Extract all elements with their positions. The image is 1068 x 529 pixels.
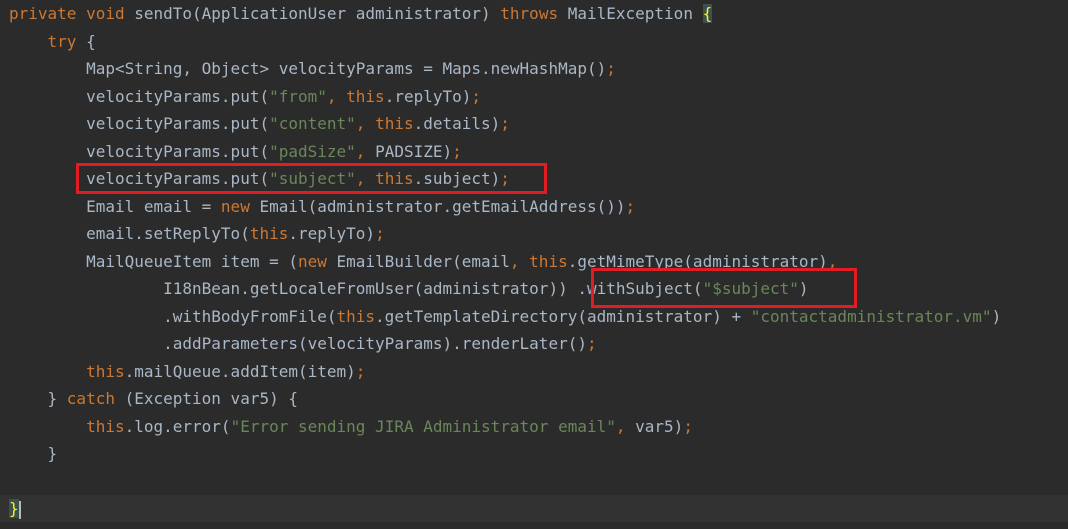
- code-token: }: [9, 389, 67, 408]
- code-token: velocityParams.put(: [9, 141, 270, 161]
- code-line[interactable]: .addParameters(velocityParams).renderLat…: [9, 330, 597, 357]
- code-token: PADSIZE): [375, 141, 453, 161]
- code-token: ;: [606, 59, 616, 78]
- code-token: ,: [355, 114, 376, 133]
- code-line[interactable]: velocityParams.put("padSize", PADSIZE);: [9, 138, 462, 165]
- code-token: MailQueueItem item = (: [9, 251, 298, 271]
- code-token: ;: [452, 141, 462, 161]
- code-token: ;: [471, 86, 482, 106]
- code-token: this: [86, 416, 125, 436]
- code-token: I18nBean.getLocaleFromUser(administrator…: [9, 279, 703, 298]
- code-token: "$subject": [702, 279, 799, 298]
- code-token: "content": [269, 114, 356, 133]
- code-token: .replyTo): [288, 224, 376, 243]
- code-token: throws: [500, 4, 568, 23]
- code-token: (Exception var5) {: [124, 389, 298, 408]
- code-line[interactable]: } catch (Exception var5) {: [9, 385, 298, 412]
- code-token: new: [297, 251, 337, 271]
- code-token: Email email =: [9, 196, 221, 216]
- code-token: velocityParams.put(: [9, 169, 270, 188]
- code-token: ,: [827, 251, 838, 271]
- code-token: {: [702, 4, 713, 23]
- code-token: this: [375, 114, 414, 133]
- code-line[interactable]: this.log.error("Error sending JIRA Admin…: [9, 413, 693, 440]
- code-line[interactable]: Email email = new Email(administrator.ge…: [9, 193, 635, 220]
- code-token: private void: [9, 4, 135, 23]
- code-token: ): [991, 306, 1002, 326]
- code-token: }: [9, 499, 19, 518]
- code-token: catch: [66, 389, 125, 408]
- code-token: Email(administrator.getEmailAddress()): [259, 196, 626, 216]
- code-line[interactable]: velocityParams.put("content", this.detai…: [9, 110, 510, 137]
- code-token: ;: [625, 196, 636, 216]
- code-line[interactable]: velocityParams.put("subject", this.subje…: [9, 165, 510, 192]
- code-token: ,: [326, 86, 347, 106]
- code-token: {: [86, 31, 96, 51]
- code-line[interactable]: private void sendTo(ApplicationUser admi…: [9, 0, 713, 27]
- code-token: Map<String, Object> velocityParams = Map…: [9, 59, 607, 78]
- code-token: ,: [509, 251, 530, 271]
- code-token: .addParameters(velocityParams).renderLat…: [9, 334, 587, 353]
- code-token: this: [86, 361, 125, 381]
- code-line[interactable]: .withBodyFromFile(this.getTemplateDirect…: [9, 303, 1001, 330]
- code-token: velocityParams.put(: [9, 86, 270, 106]
- code-token: .subject): [413, 169, 501, 188]
- code-token: email.setReplyTo(: [9, 224, 250, 243]
- code-token: velocityParams.put(: [9, 114, 270, 133]
- code-token: "contactadministrator.vm": [750, 306, 992, 326]
- code-token: ;: [500, 169, 510, 188]
- code-token: .replyTo): [384, 86, 472, 106]
- code-line[interactable]: I18nBean.getLocaleFromUser(administrator…: [9, 275, 809, 302]
- code-token: ;: [375, 224, 385, 243]
- code-token: EmailBuilder(email: [336, 251, 510, 271]
- code-token: MailException: [567, 4, 703, 23]
- code-token: .details): [413, 114, 501, 133]
- code-token: this: [346, 86, 385, 106]
- code-token: ;: [683, 416, 693, 436]
- code-token: .log.error(: [124, 416, 231, 436]
- code-token: try: [9, 31, 87, 51]
- code-token: ,: [615, 416, 636, 436]
- code-token: this: [375, 169, 414, 188]
- code-token: .mailQueue.addItem(item): [124, 361, 356, 381]
- code-token: .getTemplateDirectory(administrator) +: [375, 306, 751, 326]
- code-token: this: [336, 306, 376, 326]
- code-line[interactable]: }: [0, 495, 1068, 522]
- code-line[interactable]: }: [9, 440, 58, 467]
- code-token: ,: [355, 169, 376, 188]
- code-token: this: [529, 251, 568, 271]
- code-token: sendTo(ApplicationUser administrator): [134, 4, 501, 23]
- code-token: "padSize": [269, 141, 356, 161]
- code-token: this: [249, 224, 289, 243]
- code-token: "from": [269, 86, 327, 106]
- code-token: .getMimeType(administrator): [567, 251, 828, 271]
- code-token: "subject": [269, 169, 356, 188]
- code-token: }: [9, 444, 58, 463]
- code-editor[interactable]: private void sendTo(ApplicationUser admi…: [0, 0, 1068, 529]
- code-token: ): [798, 279, 809, 298]
- code-token: ;: [586, 334, 597, 353]
- code-token: .withBodyFromFile(: [9, 306, 337, 326]
- code-token: ;: [500, 114, 510, 133]
- text-caret: [18, 500, 21, 519]
- code-token: "Error sending JIRA Administrator email": [230, 416, 616, 436]
- code-line[interactable]: this.mailQueue.addItem(item);: [9, 358, 365, 385]
- code-line[interactable]: email.setReplyTo(this.replyTo);: [9, 220, 385, 247]
- code-token: new: [220, 196, 260, 216]
- code-token: var5): [635, 416, 684, 436]
- code-line[interactable]: MailQueueItem item = (new EmailBuilder(e…: [9, 248, 837, 275]
- code-line[interactable]: velocityParams.put("from", this.replyTo)…: [9, 83, 481, 110]
- code-line[interactable]: try {: [9, 28, 96, 55]
- code-line[interactable]: Map<String, Object> velocityParams = Map…: [9, 55, 616, 82]
- code-token: ,: [355, 141, 376, 161]
- code-token: ;: [355, 361, 366, 381]
